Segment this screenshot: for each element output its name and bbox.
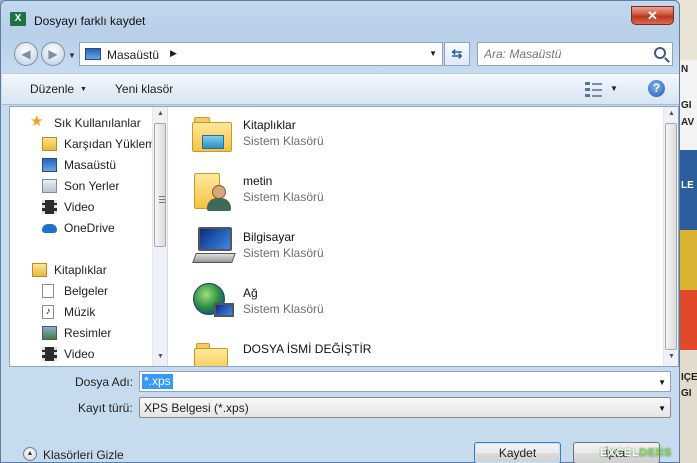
background-text: LE — [681, 180, 694, 191]
desktop-icon — [42, 158, 57, 172]
navigation-bar: ◀ ▶ ▼ Masaüstü ▶ ▼ ⇆ — [1, 39, 679, 69]
back-button[interactable]: ◀ — [14, 42, 38, 66]
library-icon — [32, 263, 47, 277]
library-icon — [190, 113, 234, 155]
list-item[interactable]: metin Sistem Klasörü — [188, 165, 648, 215]
list-item[interactable]: Kitaplıklar Sistem Klasörü — [188, 109, 648, 159]
filename-label: Dosya Adı: — [75, 375, 134, 389]
close-button[interactable]: ✕ — [631, 6, 674, 25]
desktop-icon — [85, 48, 101, 60]
address-text: Masaüstü — [107, 48, 160, 62]
file-list: Kitaplıklar Sistem Klasörü metin Sistem … — [172, 107, 663, 366]
list-item[interactable]: DOSYA İSMİ DEĞİŞTİR — [188, 333, 648, 366]
search-input[interactable] — [484, 47, 644, 61]
user-folder-icon — [190, 169, 234, 211]
filename-dropdown-icon[interactable]: ▼ — [658, 378, 666, 387]
address-dropdown-icon[interactable]: ▼ — [429, 49, 437, 58]
search-icon[interactable] — [654, 47, 666, 59]
filetype-select[interactable]: XPS Belgesi (*.xps) ▼ — [139, 397, 671, 418]
view-options-icon[interactable] — [585, 81, 602, 98]
computer-icon — [190, 225, 236, 267]
command-bar: Düzenle Yeni klasör ▼ ? — [2, 73, 679, 105]
dialog-footer: ▲ Klasörleri Gizle Kaydet İptal — [1, 439, 679, 463]
navigation-pane: ★ Sık Kullanılanlar Karşıdan Yüklem Masa… — [10, 107, 168, 366]
browser-area: ★ Sık Kullanılanlar Karşıdan Yüklem Masa… — [9, 106, 679, 367]
navigation-scrollbar[interactable]: ▲ ▼ — [152, 107, 167, 366]
arrow-left-icon: ◀ — [21, 47, 31, 61]
recent-places-icon — [42, 179, 57, 193]
background-text: GI — [681, 100, 692, 111]
help-icon[interactable]: ? — [648, 80, 665, 97]
watermark-logo: EXCELDERS — [600, 447, 672, 459]
close-icon: ✕ — [647, 8, 658, 23]
cloud-icon — [42, 224, 57, 233]
network-icon — [190, 281, 234, 323]
excel-icon: X — [10, 12, 26, 26]
recent-pages-dropdown[interactable]: ▼ — [68, 51, 76, 60]
filetype-label: Kayıt türü: — [78, 401, 133, 415]
picture-icon — [42, 326, 57, 340]
filetype-dropdown-icon[interactable]: ▼ — [658, 404, 666, 413]
list-item[interactable]: Bilgisayar Sistem Klasörü — [188, 221, 648, 271]
filename-row: Dosya Adı: *.xps ▼ — [1, 371, 679, 393]
dialog-title: Dosyayı farklı kaydet — [34, 14, 146, 28]
filename-field[interactable]: *.xps ▼ — [139, 371, 671, 392]
search-box[interactable] — [477, 42, 673, 66]
background-text: IÇE — [681, 372, 697, 383]
scrollbar-thumb[interactable] — [665, 123, 677, 350]
background-app: N GI AV LE IÇE GI — [677, 0, 697, 463]
folder-icon — [190, 337, 234, 366]
background-text: GI — [681, 388, 692, 399]
music-icon: ♪ — [42, 305, 54, 319]
star-icon: ★ — [30, 113, 44, 130]
document-icon — [42, 284, 54, 298]
address-bar[interactable]: Masaüstü ▶ ▼ — [79, 42, 443, 66]
chevron-right-icon[interactable]: ▶ — [170, 48, 177, 59]
filetype-value: XPS Belgesi (*.xps) — [144, 401, 249, 415]
forward-button[interactable]: ▶ — [41, 42, 65, 66]
organize-menu[interactable]: Düzenle — [30, 82, 87, 96]
file-list-scrollbar[interactable]: ▲ ▼ — [663, 107, 678, 366]
download-folder-icon — [42, 137, 57, 151]
scrollbar-thumb[interactable] — [154, 123, 166, 247]
refresh-button[interactable]: ⇆ — [444, 42, 470, 66]
filename-selected-text[interactable]: *.xps — [142, 374, 173, 389]
list-item[interactable]: Ağ Sistem Klasörü — [188, 277, 648, 327]
save-button[interactable]: Kaydet — [474, 442, 561, 463]
background-text: AV — [681, 117, 695, 128]
film-icon — [42, 347, 57, 361]
view-dropdown-icon[interactable]: ▼ — [610, 84, 618, 93]
filetype-row: Kayıt türü: XPS Belgesi (*.xps) ▼ — [1, 397, 679, 419]
new-folder-button[interactable]: Yeni klasör — [115, 82, 173, 96]
refresh-icon: ⇆ — [451, 46, 463, 61]
film-icon — [42, 200, 57, 214]
background-text: N — [681, 64, 689, 75]
scroll-up-icon[interactable]: ▲ — [157, 110, 164, 117]
scroll-up-icon[interactable]: ▲ — [668, 110, 675, 117]
title-bar: X Dosyayı farklı kaydet ✕ — [1, 1, 679, 35]
scroll-down-icon[interactable]: ▼ — [157, 353, 164, 360]
arrow-right-icon: ▶ — [48, 47, 58, 61]
chevron-up-icon: ▲ — [23, 447, 37, 461]
scroll-down-icon[interactable]: ▼ — [668, 353, 675, 360]
save-as-dialog: X Dosyayı farklı kaydet ✕ ◀ ▶ ▼ Masaüstü… — [0, 0, 680, 463]
